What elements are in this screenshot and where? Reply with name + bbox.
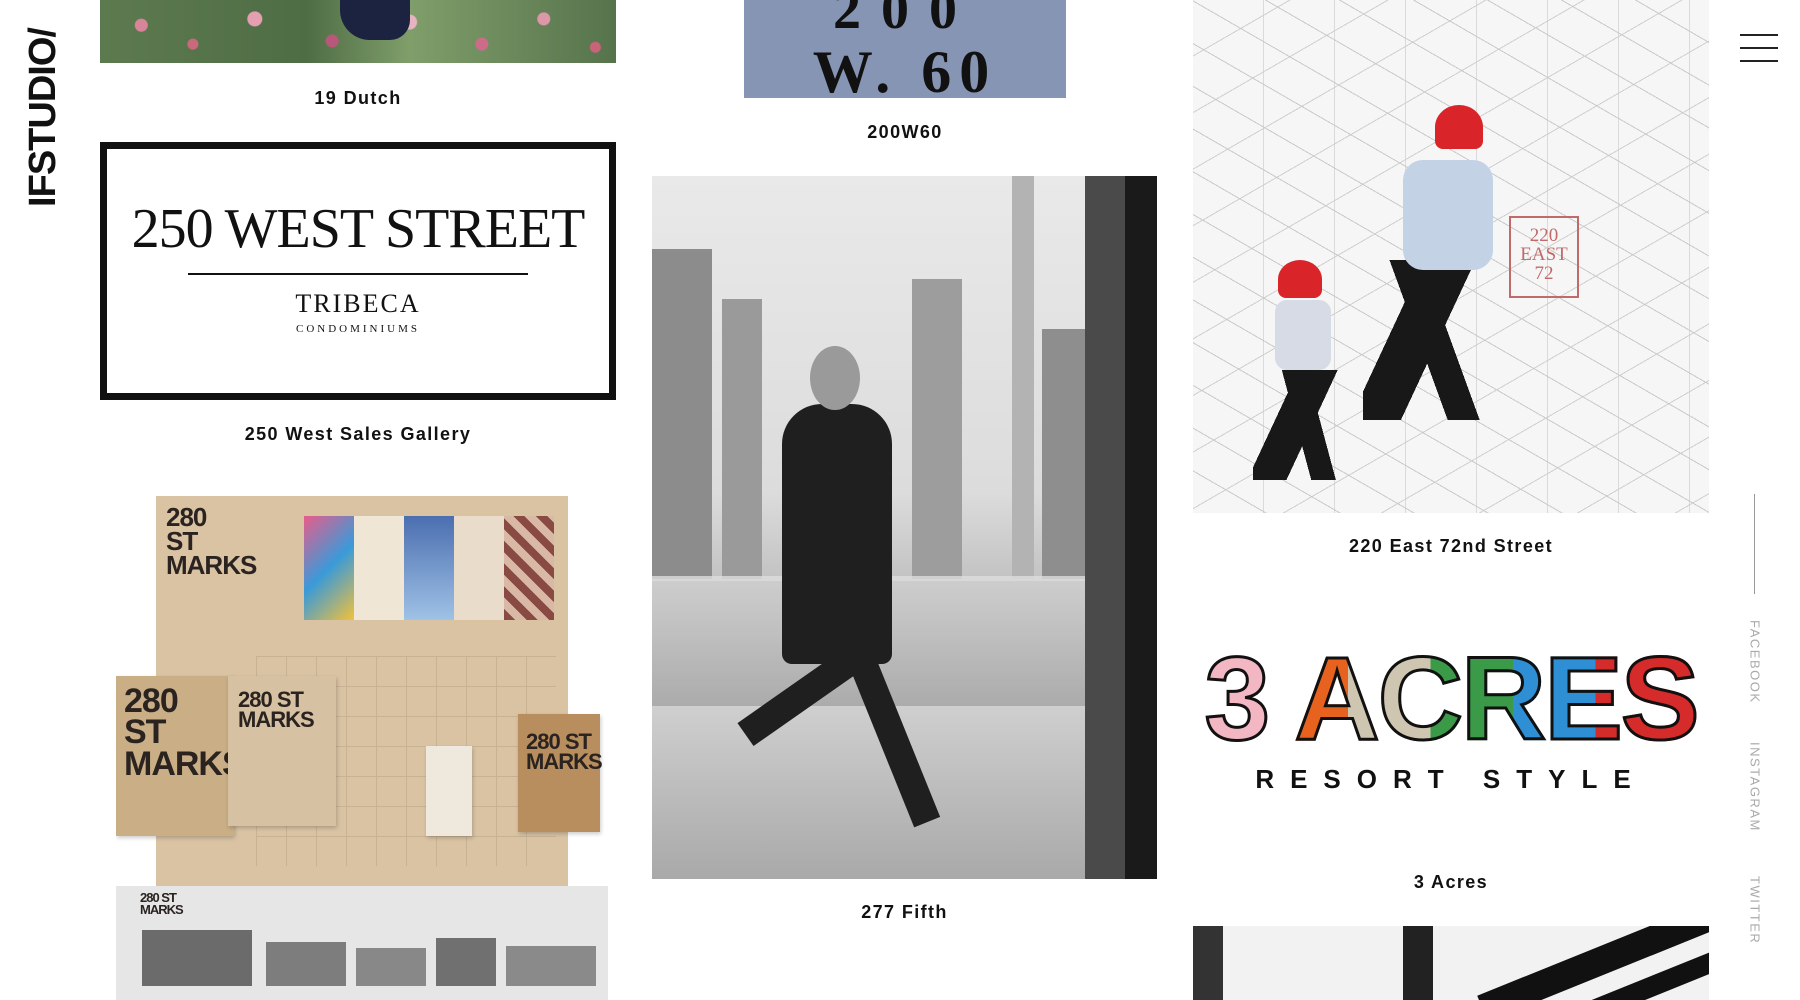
project-tile-19-dutch[interactable]: 19 Dutch (100, 0, 616, 110)
wall (1125, 176, 1157, 879)
artwork-panel (304, 516, 354, 620)
facebook-label: FACEBOOK (1747, 620, 1763, 704)
instagram-label: INSTAGRAM (1747, 742, 1763, 832)
hang-tag (426, 746, 472, 836)
project-tile-277-fifth[interactable]: 277 Fifth (652, 176, 1157, 926)
project-image-next (1193, 926, 1709, 1000)
project-tile-next[interactable] (1193, 926, 1709, 1000)
twitter-label: TWITTER (1747, 876, 1763, 945)
image-text-top: 200 (833, 0, 977, 41)
woman-shirt (1403, 160, 1493, 270)
project-image-277-fifth (652, 176, 1157, 879)
project-image-200w60: 200 W. 60 (744, 0, 1066, 98)
project-image-220-east-72nd: 220 EAST 72 (1193, 0, 1709, 513)
acres-tagline: RESORT STYLE LIVING (1193, 764, 1709, 800)
project-caption: 250 West Sales Gallery (244, 424, 472, 444)
man-head (810, 346, 860, 410)
building (266, 942, 346, 986)
artwork-panel (504, 516, 554, 620)
project-caption: 3 Acres (1413, 872, 1489, 892)
skyline-building (652, 249, 712, 579)
child-shirt (1275, 300, 1331, 370)
building (436, 938, 496, 986)
menu-line (1740, 60, 1778, 62)
image-subtitle-small: CONDOMINIUMS (295, 323, 420, 335)
twitter-link[interactable]: TWITTER (1740, 876, 1770, 944)
portfolio-page: IFSTUDIO/ FACEBOOK INSTAGRAM TWITTER 19 … (0, 0, 1800, 1000)
bag-card: 280 ST MARKS (518, 714, 603, 832)
divider (188, 273, 528, 275)
book-card: 280 ST MARKS (228, 676, 336, 826)
site-logo[interactable]: IFSTUDIO/ (20, 27, 66, 207)
acres-wordmark: 3 ACRES (1193, 640, 1709, 760)
artwork-panel (354, 516, 404, 620)
project-caption: 200W60 (867, 122, 943, 142)
skyline-building (912, 279, 962, 579)
box-card-text: 280 ST MARKS (124, 682, 245, 783)
glass-panel (652, 581, 1157, 706)
strip-text: 280 ST MARKS (140, 890, 184, 917)
shoe-graphic (340, 0, 410, 40)
image-title: 250 WEST STREET (131, 198, 586, 260)
building (506, 946, 596, 986)
image-text: W. 60 (812, 39, 998, 98)
project-caption: 277 Fifth (861, 902, 948, 922)
menu-button[interactable] (1740, 34, 1778, 62)
woman-figure (1363, 260, 1493, 420)
frame-beam (1193, 926, 1223, 1000)
artwork-panel (404, 516, 454, 620)
social-divider (1754, 494, 1755, 594)
wall (1085, 176, 1125, 879)
brand-mark: 280 ST MARKS (166, 502, 257, 580)
skyline-building (722, 299, 762, 579)
project-caption: 19 Dutch (314, 88, 402, 108)
project-tile-250-west[interactable]: 250 WEST STREET TRIBECA CONDOMINIUMS 250… (100, 142, 616, 444)
project-image-250-west: 250 WEST STREET TRIBECA CONDOMINIUMS (100, 142, 616, 400)
instagram-link[interactable]: INSTAGRAM (1740, 742, 1770, 832)
project-tile-220-east-72nd[interactable]: 220 EAST 72 220 East 72nd Street (1193, 0, 1709, 560)
skyline-tower (1012, 176, 1034, 579)
box-card: 280 ST MARKS (116, 676, 245, 836)
frame-beam (1403, 926, 1433, 1000)
frame-beam (1477, 926, 1709, 1000)
acres-tagline-text: RESORT STYLE LIVING (1255, 764, 1647, 800)
red-beanie (1435, 105, 1483, 149)
project-tile-200w60[interactable]: 200 W. 60 200W60 (744, 0, 1066, 144)
building (142, 930, 252, 986)
project-image-3-acres: 3 ACRES RESORT STYLE LIVING (1193, 640, 1709, 800)
menu-line (1740, 47, 1778, 49)
book-card-text: 280 ST MARKS (238, 687, 315, 733)
project-tile-280-st-marks[interactable]: 280 ST MARKS 280 ST MARKS 280 ST MARKS 2… (116, 496, 608, 1000)
acres-title: 3 ACRES (1193, 640, 1709, 760)
project-tile-3-acres[interactable]: 3 ACRES RESORT STYLE LIVING 3 Acres (1193, 640, 1709, 896)
bag-card-text: 280 ST MARKS (526, 729, 603, 775)
project-caption: 220 East 72nd Street (1348, 536, 1554, 556)
red-beanie (1278, 260, 1322, 298)
project-image-280-st-marks: 280 ST MARKS 280 ST MARKS 280 ST MARKS 2… (116, 496, 608, 1000)
man-figure (782, 404, 892, 664)
facade-strip: 280 ST MARKS (116, 886, 608, 1000)
child-figure (1253, 370, 1353, 480)
artwork-panel (454, 516, 504, 620)
image-subtitle: TRIBECA (295, 289, 421, 318)
menu-line (1740, 34, 1778, 36)
project-image-19-dutch (100, 0, 616, 63)
facebook-link[interactable]: FACEBOOK (1740, 620, 1770, 704)
logo-text: IFSTUDIO/ (21, 27, 64, 207)
building (356, 948, 426, 986)
logo-badge: 220 EAST 72 (1509, 216, 1579, 298)
